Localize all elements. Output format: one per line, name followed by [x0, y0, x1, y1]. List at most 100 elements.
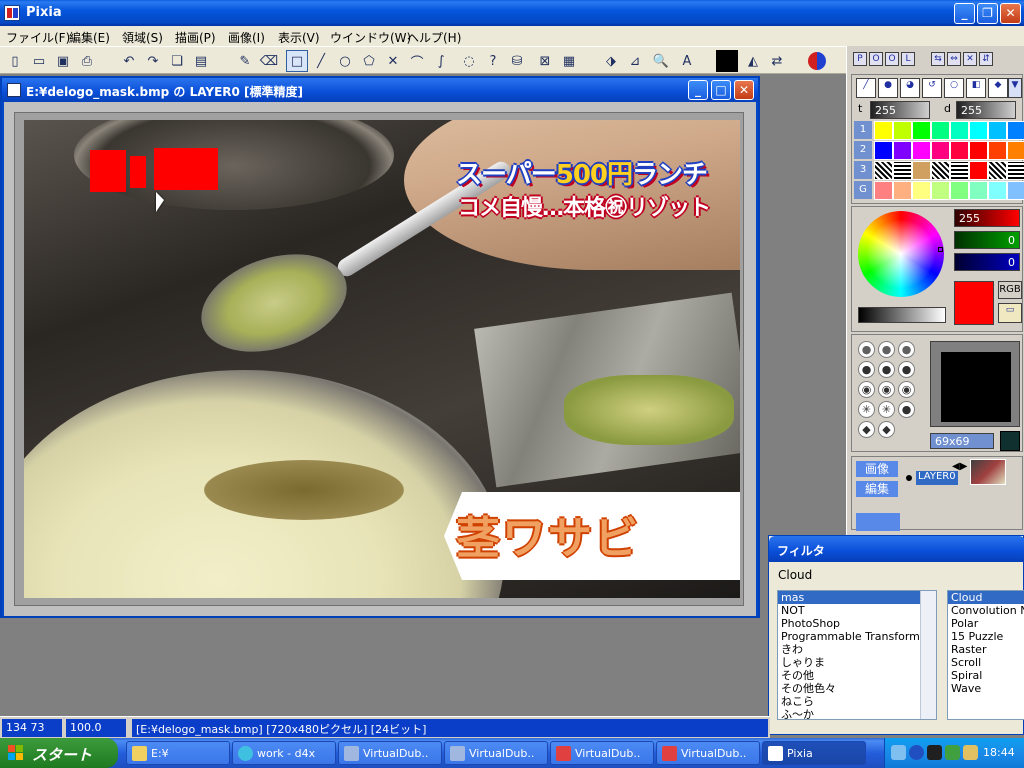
menu-file[interactable]: ファイル(F) [6, 29, 70, 46]
filter-category-item[interactable]: NOT [778, 604, 936, 617]
minimize-button[interactable]: _ [954, 3, 975, 24]
layer-edit-button[interactable]: 編集 [856, 481, 898, 497]
palette-swatch[interactable] [988, 181, 1007, 200]
filter-category-item[interactable]: その他 [778, 669, 936, 682]
fill-bucket-icon[interactable]: ⛁ [506, 50, 528, 72]
task-d4x[interactable]: work - d4x [232, 741, 336, 765]
palette-swatch[interactable] [950, 121, 969, 140]
palette-swatch[interactable] [931, 121, 950, 140]
brush-shape-icon[interactable]: ✳ [878, 401, 895, 418]
measure-icon[interactable]: ⊿ [624, 50, 646, 72]
zoom-icon[interactable]: 🔍 [650, 50, 672, 72]
layer-image-button[interactable]: 画像 [856, 461, 898, 477]
brush-shape-icon[interactable]: ● [898, 401, 915, 418]
swap-colors-icon[interactable]: ⇄ [766, 50, 788, 72]
palette-swatch[interactable] [950, 181, 969, 200]
filter-category-item[interactable]: ねこら [778, 695, 936, 708]
line-tool-icon[interactable]: ╱ [310, 50, 332, 72]
palette-swatch[interactable] [931, 181, 950, 200]
filter-item[interactable]: Scroll [948, 656, 1024, 669]
transform-icon[interactable]: ⬗ [600, 50, 622, 72]
filter-category-item[interactable]: Programmable Transform [778, 630, 936, 643]
palette-swatch[interactable] [874, 161, 893, 180]
palette-swatch[interactable] [912, 181, 931, 200]
brush-shape-icon[interactable]: ● [878, 361, 895, 378]
filter-category-item[interactable]: しゃりま [778, 656, 936, 669]
task-virtualdub-2[interactable]: VirtualDub.. [444, 741, 548, 765]
palette-swatch[interactable] [969, 141, 988, 160]
app-title-bar[interactable]: Pixia _ ❐ ✕ [0, 0, 1024, 26]
task-virtualdub-3[interactable]: VirtualDub.. [550, 741, 654, 765]
airbrush-icon[interactable]: ◕ [900, 78, 920, 98]
task-virtualdub-4[interactable]: VirtualDub.. [656, 741, 760, 765]
t-value[interactable]: 255 [870, 101, 930, 119]
palette-swatch[interactable] [931, 141, 950, 160]
doc-close-button[interactable]: ✕ [734, 80, 754, 100]
color-mode-icon[interactable] [808, 52, 826, 70]
brush-shape-icon[interactable]: ◉ [898, 381, 915, 398]
filter-list[interactable]: Cloud Convolution N Polar 15 Puzzle Raster Sc… [947, 590, 1024, 720]
layer-scroll-area[interactable] [856, 513, 900, 531]
brush-shape-icon[interactable]: ● [858, 361, 875, 378]
brush-shape-icon[interactable]: ● [858, 341, 875, 358]
palette-swatch[interactable] [1007, 141, 1024, 160]
red-value[interactable]: 255 [954, 209, 1020, 227]
deselect-icon[interactable]: ⊠ [534, 50, 556, 72]
doc-maximize-button[interactable]: □ [711, 80, 731, 100]
palette-swatch[interactable] [893, 161, 912, 180]
undo-icon[interactable]: ↶ [118, 50, 140, 72]
filter-item[interactable]: Spiral [948, 669, 1024, 682]
filter-category-item[interactable]: きわ [778, 643, 936, 656]
menu-draw[interactable]: 描画(P) [175, 29, 216, 46]
pixia-app-icon[interactable] [4, 5, 20, 21]
filter-item[interactable]: Wave [948, 682, 1024, 695]
filter-category-list[interactable]: mas NOT PhotoShop Programmable Transform きわし… [777, 590, 937, 720]
filter-item[interactable]: Polar [948, 617, 1024, 630]
palette-tab-o1[interactable]: O [869, 52, 883, 66]
palette-swatch[interactable] [969, 161, 988, 180]
palette-swatch[interactable] [950, 161, 969, 180]
blur-brush-icon[interactable]: ○ [944, 78, 964, 98]
restore-button[interactable]: ❐ [977, 3, 998, 24]
brush-shape-icon[interactable]: ● [898, 341, 915, 358]
lasso-tool-icon[interactable]: ◌ [458, 50, 480, 72]
save-icon[interactable]: ▣ [52, 50, 74, 72]
rgb-mode-button[interactable]: RGB [998, 281, 1022, 299]
folder-icon[interactable]: ▭ [998, 303, 1022, 323]
text-tool-icon[interactable]: A [676, 50, 698, 72]
brush-shape-icon[interactable]: ● [898, 361, 915, 378]
doc-minimize-button[interactable]: _ [688, 80, 708, 100]
menu-image[interactable]: 画像(I) [228, 29, 265, 46]
stamp-brush-icon[interactable]: ◧ [966, 78, 986, 98]
gray-gradient-bar[interactable] [858, 307, 946, 323]
brush-shape-icon[interactable]: ◆ [858, 421, 875, 438]
pencil-icon[interactable]: ✎ [234, 50, 256, 72]
palette-swatch[interactable] [988, 141, 1007, 160]
document-title-bar[interactable]: E:¥delogo_mask.bmp の LAYER0 [標準精度] _ □ ✕ [2, 78, 758, 102]
blue-value[interactable]: 0 [954, 253, 1020, 271]
filter-category-item[interactable]: その他色々 [778, 682, 936, 695]
pen-brush-icon[interactable]: ╱ [856, 78, 876, 98]
palette-swatch[interactable] [912, 161, 931, 180]
copy-icon[interactable]: ❏ [166, 50, 188, 72]
volume-icon[interactable] [963, 745, 978, 760]
filter-dialog-title[interactable]: フィルタ [769, 536, 1024, 562]
palette-swatch[interactable] [931, 161, 950, 180]
layer-visible-icon[interactable] [906, 475, 912, 481]
fill-brush-icon[interactable]: ◆ [988, 78, 1008, 98]
green-value[interactable]: 0 [954, 231, 1020, 249]
palette-swatch[interactable] [912, 121, 931, 140]
palette-tab-o2[interactable]: O [885, 52, 899, 66]
menu-edit[interactable]: 編集(E) [69, 29, 110, 46]
foreground-color-icon[interactable] [716, 50, 738, 72]
color-wheel-marker[interactable] [938, 247, 943, 252]
ellipse-tool-icon[interactable]: ○ [334, 50, 356, 72]
palette-swatch[interactable] [988, 161, 1007, 180]
paste-icon[interactable]: ▤ [190, 50, 212, 72]
task-pixia[interactable]: Pixia [762, 741, 866, 765]
panel-move-icon[interactable]: ⇵ [979, 52, 993, 66]
brush-shape-icon[interactable]: ◉ [858, 381, 875, 398]
palette-swatch[interactable] [893, 181, 912, 200]
filter-category-item[interactable]: mas [778, 591, 936, 604]
palette-tab-p[interactable]: P [853, 52, 867, 66]
